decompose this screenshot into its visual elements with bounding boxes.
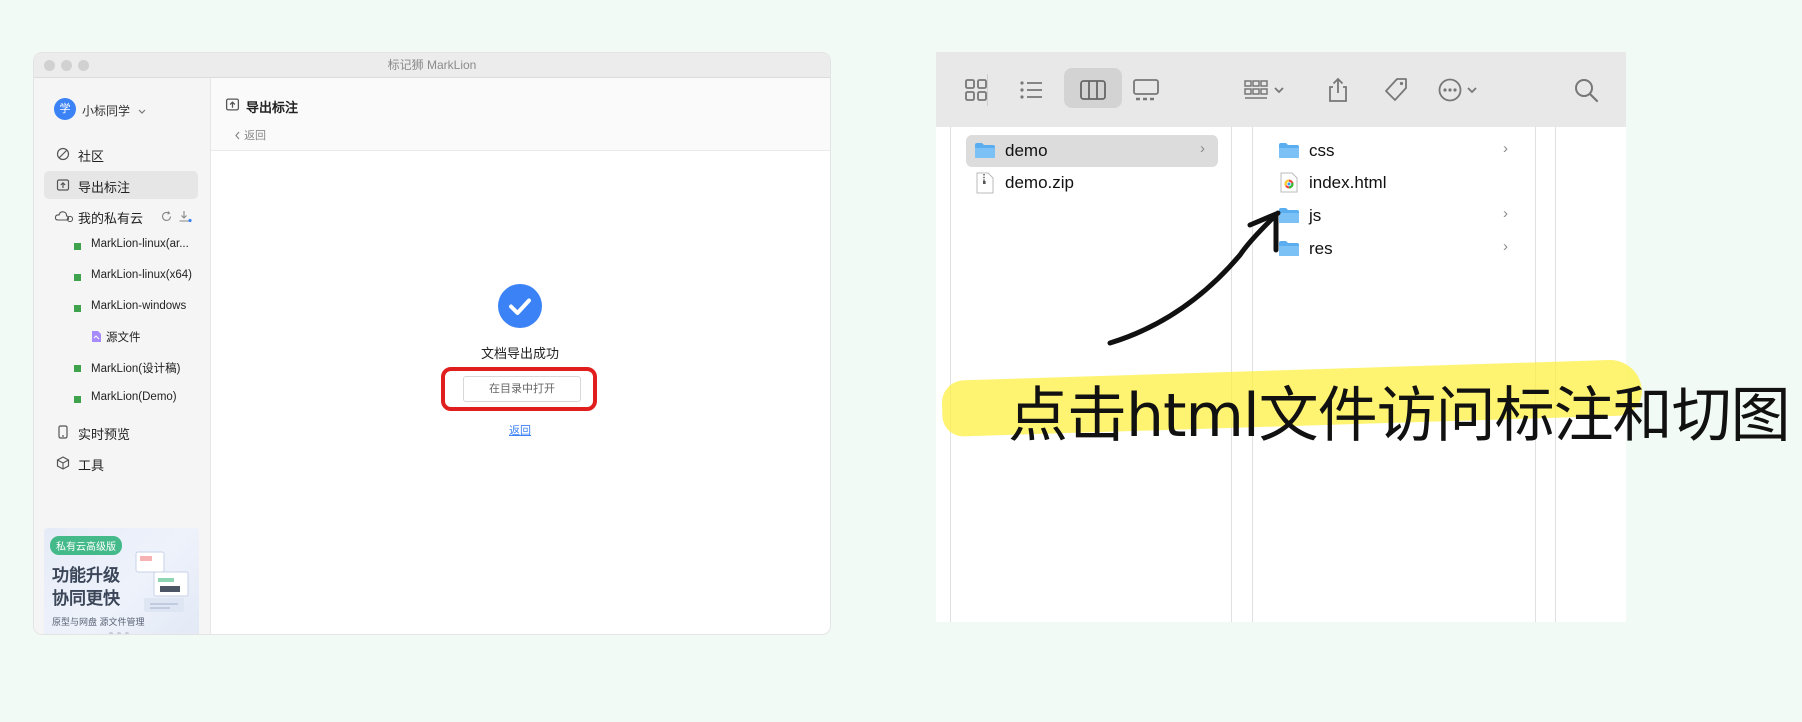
- file-name: js: [1309, 206, 1322, 225]
- file-row-css[interactable]: [1263, 135, 1525, 165]
- promo-tag: 私有云高级版: [50, 536, 122, 555]
- main-header: 导出标注 返回: [211, 78, 830, 151]
- file-row-demo[interactable]: [966, 135, 1218, 167]
- cloud-item-label: MarkLion-windows: [91, 300, 187, 312]
- chevron-left-icon: [235, 131, 240, 140]
- marklion-window: 标记狮 MarkLion 学 小标同学 社区 导出标注 我的私有云 MarkLi: [34, 53, 830, 634]
- cloud-item-label: MarkLion-linux(ar...: [91, 238, 189, 250]
- title-bar: 标记狮 MarkLion: [34, 53, 830, 78]
- sidebar-item-community[interactable]: 社区: [44, 140, 198, 168]
- group-by-icon[interactable]: [1242, 76, 1286, 104]
- back-link[interactable]: 返回: [234, 127, 266, 143]
- file-name: res: [1309, 239, 1333, 258]
- sidebar-item-label: 社区: [78, 149, 105, 164]
- sidebar: 学 小标同学 社区 导出标注 我的私有云 MarkLion-linux(ar..…: [34, 78, 211, 634]
- list-view-icon[interactable]: [1017, 76, 1045, 104]
- promo-headline: 协同更快: [52, 589, 120, 608]
- share-icon[interactable]: [1324, 76, 1352, 104]
- toolbar-separator: [987, 74, 988, 106]
- source-file-icon: [92, 331, 101, 342]
- file-row-demo-zip[interactable]: [966, 168, 1218, 198]
- cloud-item-label: MarkLion-linux(x64): [91, 269, 192, 281]
- export-icon: [56, 179, 70, 191]
- source-file-item[interactable]: 源文件: [34, 325, 210, 349]
- sidebar-item-label: 我的私有云: [78, 211, 144, 226]
- more-actions-icon[interactable]: [1436, 76, 1484, 104]
- chevron-right-icon: ›: [1200, 140, 1205, 157]
- finder-toolbar: [936, 52, 1626, 127]
- chevron-right-icon: ›: [1503, 140, 1508, 157]
- window-title: 标记狮 MarkLion: [387, 58, 477, 72]
- project-icon: [74, 396, 81, 403]
- cloud-item-linux-x64[interactable]: MarkLion-linux(x64): [34, 265, 210, 289]
- cloud-item-demo[interactable]: MarkLion(Demo): [34, 387, 210, 411]
- sidebar-item-label: 实时预览: [78, 427, 131, 442]
- user-menu[interactable]: 小标同学: [82, 102, 147, 119]
- project-icon: [74, 365, 81, 372]
- carousel-dot[interactable]: [125, 632, 129, 634]
- cloud-item-windows[interactable]: MarkLion-windows: [34, 296, 210, 320]
- export-icon: [225, 98, 240, 111]
- refresh-icon[interactable]: [160, 210, 173, 223]
- sidebar-item-live-preview[interactable]: 实时预览: [44, 418, 198, 446]
- cloud-item-linux-arm[interactable]: MarkLion-linux(ar...: [34, 234, 210, 258]
- sidebar-item-label: 工具: [78, 458, 105, 473]
- column-view-icon[interactable]: [1079, 76, 1107, 104]
- download-icon[interactable]: [178, 210, 192, 223]
- carousel-dot[interactable]: [109, 632, 113, 634]
- search-icon[interactable]: [1572, 76, 1600, 104]
- promo-headline: 功能升级: [52, 566, 120, 585]
- file-row-index-html[interactable]: [1263, 168, 1525, 198]
- sidebar-item-label: 导出标注: [78, 180, 131, 195]
- column-divider: [950, 127, 951, 622]
- sidebar-item-tools[interactable]: 工具: [44, 449, 198, 477]
- folder-icon: [975, 143, 995, 158]
- cloud-item-label: MarkLion(设计稿): [91, 363, 181, 375]
- icon-view-icon[interactable]: [962, 76, 990, 104]
- chevron-right-icon: ›: [1503, 205, 1508, 222]
- tag-icon[interactable]: [1382, 76, 1410, 104]
- community-icon: [56, 147, 70, 161]
- sidebar-item-private-cloud[interactable]: 我的私有云: [44, 202, 198, 230]
- avatar[interactable]: 学: [54, 98, 76, 120]
- promo-illustration-icon: [135, 551, 189, 612]
- project-icon: [74, 305, 81, 312]
- gallery-view-icon[interactable]: [1132, 76, 1160, 104]
- project-icon: [74, 274, 81, 281]
- file-name: css: [1309, 141, 1335, 160]
- back-link-label: 返回: [244, 130, 267, 142]
- file-name: demo.zip: [1005, 173, 1074, 192]
- promo-banner[interactable]: 私有云高级版 功能升级 协同更快 原型与网盘 源文件管理: [44, 528, 199, 634]
- page-title: 导出标注: [246, 100, 299, 115]
- zip-file-icon: [976, 172, 994, 194]
- return-link[interactable]: 返回: [411, 422, 629, 438]
- project-icon: [74, 243, 81, 250]
- tools-icon: [56, 456, 70, 470]
- user-name: 小标同学: [82, 104, 131, 118]
- cloud-item-label: MarkLion(Demo): [91, 391, 177, 403]
- folder-icon: [1279, 143, 1299, 158]
- source-file-label: 源文件: [106, 332, 141, 344]
- open-in-directory-button[interactable]: 在目录中打开: [463, 376, 581, 402]
- chevron-down-icon: [138, 109, 146, 114]
- file-name: demo: [1005, 141, 1048, 160]
- annotation-arrow-icon: [1107, 210, 1281, 346]
- file-name: index.html: [1309, 173, 1387, 192]
- cloud-icon: [54, 211, 74, 223]
- main-panel: 导出标注 返回 文档导出成功 在目录中打开 返回: [211, 78, 830, 634]
- chevron-right-icon: ›: [1503, 238, 1508, 255]
- carousel-dot[interactable]: [117, 632, 121, 634]
- success-check-icon: [498, 284, 542, 328]
- sidebar-item-export[interactable]: 导出标注: [44, 171, 198, 199]
- html-file-icon: [1280, 172, 1298, 193]
- cloud-item-design[interactable]: MarkLion(设计稿): [34, 356, 210, 380]
- preview-icon: [58, 425, 68, 439]
- success-message: 文档导出成功: [480, 346, 559, 361]
- annotation-text: 点击html文件访问标注和切图: [1008, 381, 1791, 451]
